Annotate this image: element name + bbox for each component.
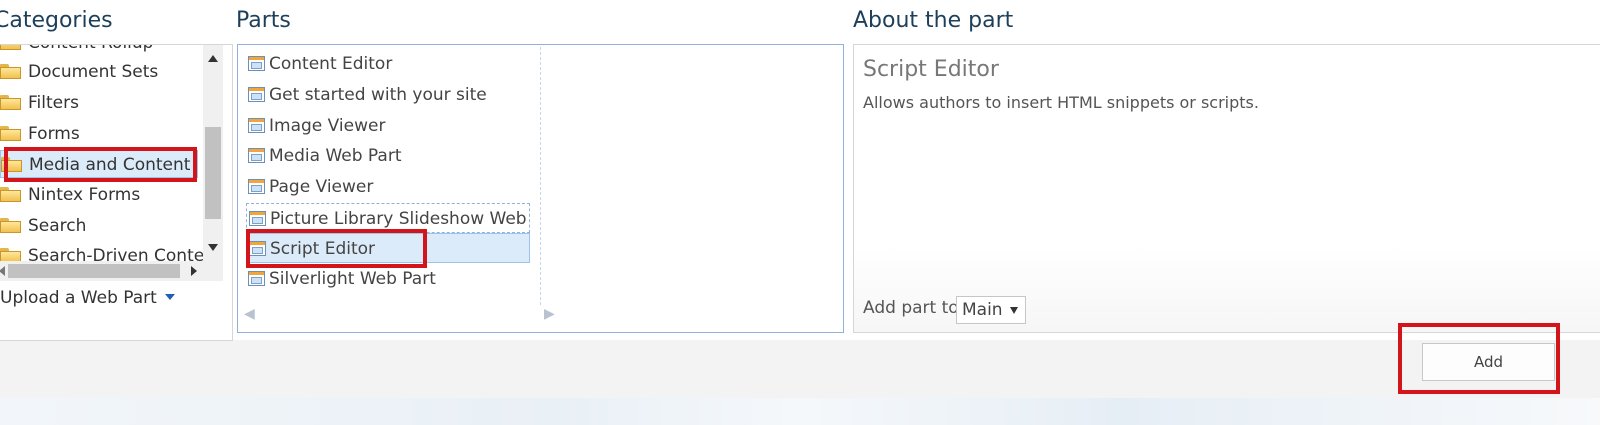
category-item-nintex-forms[interactable]: Nintex Forms xyxy=(0,181,198,209)
part-title: Script Editor xyxy=(863,57,999,82)
footer-bar xyxy=(0,340,1600,399)
upload-web-part-link[interactable]: Upload a Web Part xyxy=(0,288,175,308)
part-label: Get started with your site xyxy=(269,85,487,105)
background-decoration xyxy=(0,398,1600,425)
scrollbar-thumb[interactable] xyxy=(205,127,221,219)
categories-panel: Content Rollup Document Sets Filters For… xyxy=(0,44,233,341)
scrollbar-corner xyxy=(203,261,223,281)
part-item-page-viewer[interactable]: Page Viewer xyxy=(246,172,530,202)
scroll-down-icon[interactable] xyxy=(208,244,218,251)
parts-column-divider xyxy=(540,47,541,305)
web-part-icon xyxy=(248,56,265,71)
part-label: Silverlight Web Part xyxy=(269,269,436,289)
category-label: Content Rollup xyxy=(28,45,153,53)
scroll-left-icon[interactable] xyxy=(0,266,5,276)
web-part-icon xyxy=(248,271,265,286)
category-label: Document Sets xyxy=(28,62,159,82)
part-label: Picture Library Slideshow Web Part xyxy=(270,209,529,229)
web-part-icon xyxy=(248,179,265,194)
web-part-icon xyxy=(248,87,265,102)
folder-icon xyxy=(0,45,21,50)
previous-page-icon[interactable]: ◀ xyxy=(244,307,258,321)
category-label: Media and Content xyxy=(29,155,191,175)
categories-vertical-scrollbar[interactable] xyxy=(203,45,223,267)
chevron-down-icon xyxy=(1010,307,1018,314)
web-part-icon xyxy=(248,148,265,163)
category-label: Search xyxy=(28,216,87,236)
web-part-icon xyxy=(249,241,266,256)
parts-header: Parts xyxy=(236,8,291,33)
categories-header: Categories xyxy=(0,8,113,33)
category-item-content-rollup[interactable]: Content Rollup xyxy=(0,45,198,57)
upload-label: Upload a Web Part xyxy=(0,288,157,308)
add-button[interactable]: Add xyxy=(1422,343,1555,381)
part-item-silverlight-web-part[interactable]: Silverlight Web Part xyxy=(246,264,530,294)
part-item-content-editor[interactable]: Content Editor xyxy=(246,49,530,79)
part-label: Content Editor xyxy=(269,54,393,74)
folder-icon xyxy=(0,95,21,110)
zone-select-value: Main xyxy=(962,300,1003,320)
scrollbar-thumb[interactable] xyxy=(8,264,180,278)
folder-icon xyxy=(1,157,22,172)
web-part-icon xyxy=(248,118,265,133)
scroll-right-icon[interactable] xyxy=(191,266,197,276)
category-label: Filters xyxy=(28,93,79,113)
part-label: Page Viewer xyxy=(269,177,374,197)
part-label: Media Web Part xyxy=(269,146,402,166)
part-item-media-web-part[interactable]: Media Web Part xyxy=(246,141,530,171)
folder-icon xyxy=(0,187,21,202)
part-label: Image Viewer xyxy=(269,116,386,136)
category-item-filters[interactable]: Filters xyxy=(0,89,198,117)
part-item-image-viewer[interactable]: Image Viewer xyxy=(246,111,530,141)
about-header: About the part xyxy=(853,8,1014,33)
part-item-script-editor[interactable]: Script Editor xyxy=(246,233,530,263)
categories-list: Content Rollup Document Sets Filters For… xyxy=(0,45,203,267)
folder-icon xyxy=(0,218,21,233)
folder-icon xyxy=(0,64,21,79)
part-item-picture-library-slideshow[interactable]: Picture Library Slideshow Web Part xyxy=(246,203,530,233)
categories-horizontal-scrollbar[interactable] xyxy=(0,261,203,281)
next-page-icon[interactable]: ▶ xyxy=(544,307,558,321)
category-label: Forms xyxy=(28,124,80,144)
category-item-search[interactable]: Search xyxy=(0,212,198,240)
part-label: Script Editor xyxy=(270,239,376,259)
scroll-up-icon[interactable] xyxy=(208,55,218,62)
chevron-down-icon xyxy=(164,294,175,300)
parts-panel: Content Editor Get started with your sit… xyxy=(237,44,844,333)
part-item-get-started[interactable]: Get started with your site xyxy=(246,80,530,110)
category-item-document-sets[interactable]: Document Sets xyxy=(0,58,198,86)
add-part-to-label: Add part to: xyxy=(863,298,965,318)
category-item-media-and-content[interactable]: Media and Content xyxy=(0,150,198,178)
zone-select[interactable]: Main xyxy=(956,296,1026,324)
category-label: Nintex Forms xyxy=(28,185,141,205)
web-part-icon xyxy=(249,211,266,226)
part-description: Allows authors to insert HTML snippets o… xyxy=(863,93,1259,112)
about-panel: Script Editor Allows authors to insert H… xyxy=(853,44,1600,333)
category-item-forms[interactable]: Forms xyxy=(0,120,198,148)
folder-icon xyxy=(0,126,21,141)
